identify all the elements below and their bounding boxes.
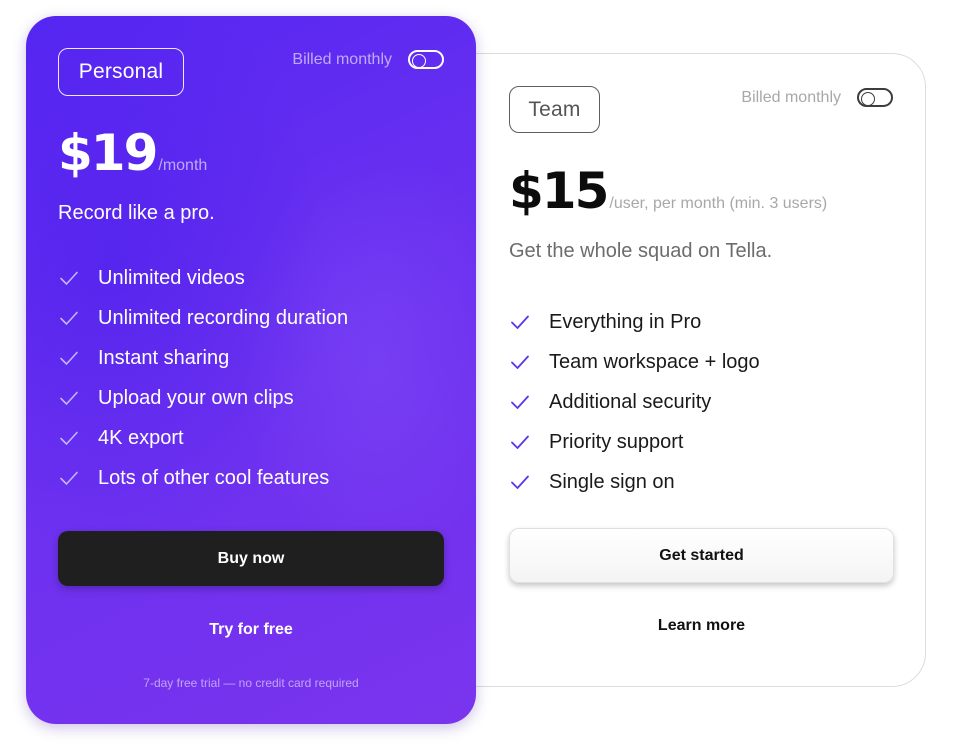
feature-label: Everything in Pro: [549, 310, 702, 333]
feature-item: 4K export: [58, 418, 348, 458]
check-icon: [60, 311, 78, 325]
team-billing-toggle[interactable]: [857, 88, 893, 107]
team-billing-control: Billed monthly: [741, 88, 893, 107]
personal-tagline: Record like a pro.: [58, 202, 215, 224]
personal-plan-card: Personal Billed monthly $19 /month Recor…: [26, 16, 476, 724]
feature-label: Unlimited videos: [98, 266, 245, 289]
check-icon: [60, 431, 78, 445]
check-icon: [511, 475, 529, 489]
trial-footnote: 7-day free trial — no credit card requir…: [143, 676, 359, 690]
personal-billing-control: Billed monthly: [292, 50, 444, 69]
check-icon: [60, 391, 78, 405]
check-icon: [60, 351, 78, 365]
feature-item: Additional security: [509, 382, 760, 422]
team-price: $15 /user, per month (min. 3 users): [509, 162, 827, 220]
feature-item: Priority support: [509, 422, 760, 462]
personal-billing-toggle[interactable]: [408, 50, 444, 69]
team-price-amount: $15: [509, 162, 609, 220]
feature-item: Everything in Pro: [509, 302, 760, 342]
feature-label: Priority support: [549, 430, 684, 453]
personal-price-period: /month: [158, 157, 208, 174]
feature-item: Team workspace + logo: [509, 342, 760, 382]
feature-label: Unlimited recording duration: [98, 306, 349, 329]
check-icon: [60, 271, 78, 285]
feature-label: 4K export: [98, 426, 184, 449]
feature-label: Instant sharing: [98, 346, 230, 369]
feature-item: Upload your own clips: [58, 378, 348, 418]
team-feature-list: Everything in Pro Team workspace + logo …: [509, 302, 760, 502]
personal-billing-label: Billed monthly: [292, 50, 392, 68]
buy-now-button[interactable]: Buy now: [58, 531, 444, 586]
check-icon: [511, 435, 529, 449]
try-for-free-link[interactable]: Try for free: [58, 621, 444, 639]
feature-label: Lots of other cool features: [98, 466, 330, 489]
feature-item: Instant sharing: [58, 338, 348, 378]
team-billing-label: Billed monthly: [741, 88, 841, 106]
check-icon: [511, 355, 529, 369]
team-tagline: Get the whole squad on Tella.: [509, 240, 773, 262]
feature-label: Additional security: [549, 390, 712, 413]
feature-item: Unlimited recording duration: [58, 298, 348, 338]
learn-more-link[interactable]: Learn more: [509, 617, 894, 635]
feature-item: Unlimited videos: [58, 258, 348, 298]
check-icon: [60, 471, 78, 485]
feature-item: Single sign on: [509, 462, 760, 502]
feature-label: Team workspace + logo: [549, 350, 760, 373]
check-icon: [511, 315, 529, 329]
feature-label: Upload your own clips: [98, 386, 294, 409]
personal-price: $19 /month: [58, 124, 207, 182]
personal-plan-name-badge: Personal: [58, 48, 184, 96]
team-plan-name-badge: Team: [509, 86, 600, 133]
feature-item: Lots of other cool features: [58, 458, 348, 498]
check-icon: [511, 395, 529, 409]
pricing-section: Team Billed monthly $15 /user, per month…: [0, 0, 959, 747]
get-started-button[interactable]: Get started: [509, 528, 894, 583]
team-price-period: /user, per month (min. 3 users): [609, 195, 828, 212]
feature-label: Single sign on: [549, 470, 675, 493]
personal-feature-list: Unlimited videos Unlimited recording dur…: [58, 258, 348, 498]
team-plan-card: Team Billed monthly $15 /user, per month…: [440, 53, 926, 687]
personal-price-amount: $19: [58, 124, 158, 182]
